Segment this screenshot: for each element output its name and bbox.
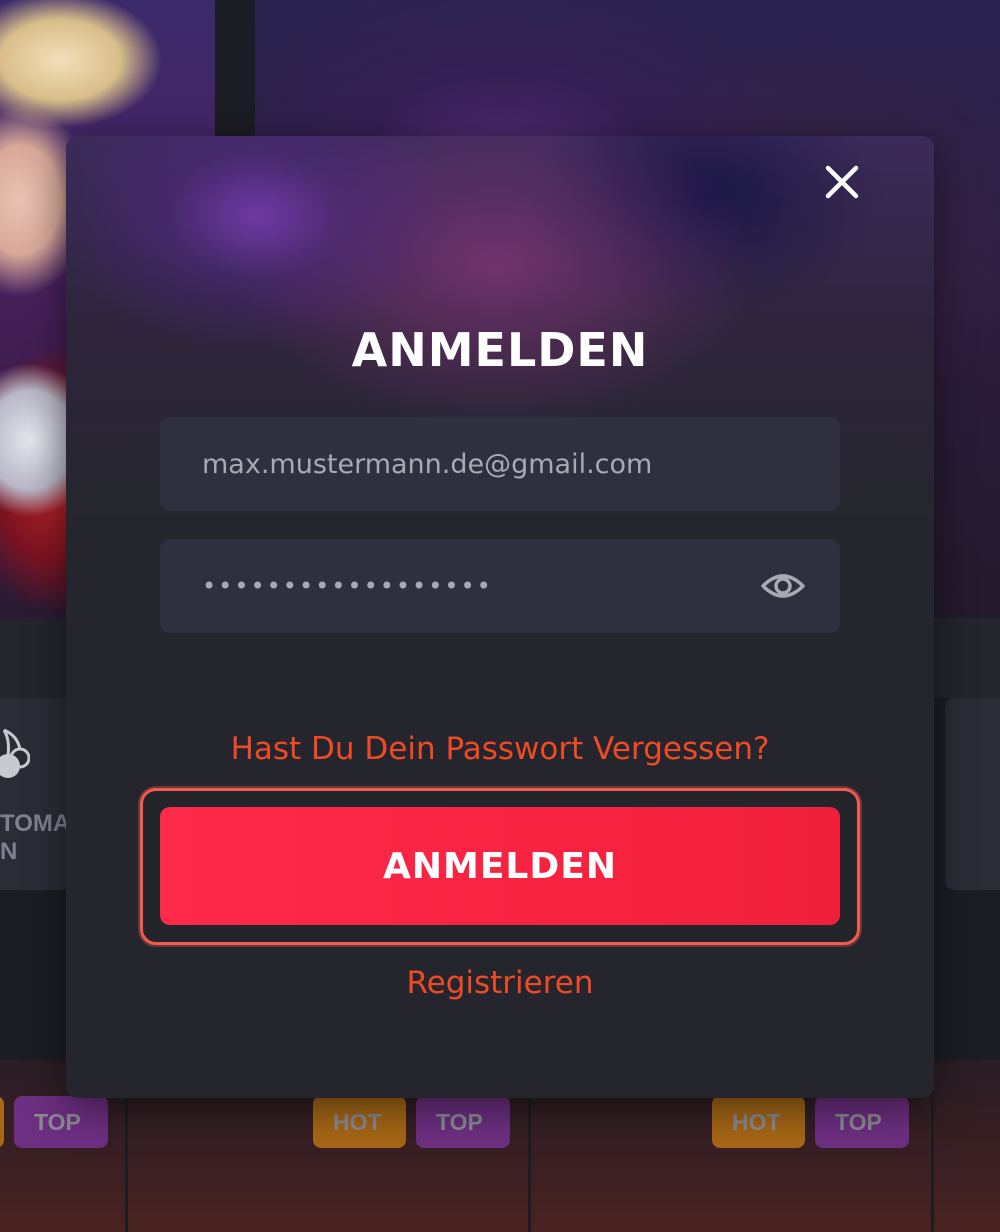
close-icon <box>825 165 859 199</box>
category-card-caption: TOMA N <box>0 810 71 865</box>
email-field-container <box>160 417 840 511</box>
email-input[interactable] <box>160 417 840 511</box>
category-card-right[interactable] <box>945 698 1000 890</box>
login-submit-button[interactable]: ANMELDEN <box>160 807 840 925</box>
hot-badge: HOT <box>313 1096 406 1148</box>
forgot-password-link[interactable]: Hast Du Dein Passwort Vergessen? <box>66 724 934 774</box>
password-input[interactable] <box>160 539 840 633</box>
hot-badge: HOT <box>712 1096 805 1148</box>
password-field-container <box>160 539 840 633</box>
page: TOMA N TOP HOT TOP HOT TOP ANMELDEN max.… <box>0 0 1000 1232</box>
login-modal: ANMELDEN Hast Du Dein Passwort Vergessen… <box>66 136 934 1098</box>
register-link[interactable]: Registrieren <box>66 958 934 1008</box>
top-badge: TOP <box>815 1096 909 1148</box>
hot-badge <box>0 1096 4 1148</box>
close-button[interactable] <box>818 158 866 206</box>
modal-title: ANMELDEN <box>351 323 649 377</box>
top-badge: TOP <box>14 1096 108 1148</box>
submit-button-focus-ring: ANMELDEN <box>140 788 860 945</box>
cherry-icon <box>0 726 31 786</box>
top-badge: TOP <box>416 1096 510 1148</box>
game-tile[interactable] <box>934 1060 1000 1232</box>
eye-icon <box>761 574 805 598</box>
show-password-button[interactable] <box>760 564 806 608</box>
